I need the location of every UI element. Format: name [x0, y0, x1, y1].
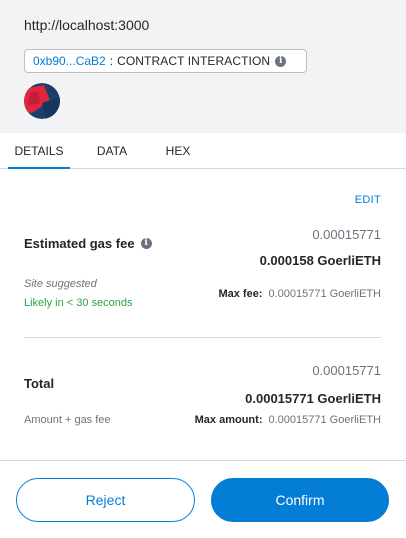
divider [24, 337, 381, 338]
likely-time-text: Likely in < 30 seconds [24, 297, 133, 309]
max-fee-line: Max fee: 0.00015771 GoerliETH [218, 288, 381, 300]
amount-plus-gas-label: Amount + gas fee [24, 414, 111, 426]
contract-interaction-label: CONTRACT INTERACTION [117, 54, 271, 68]
site-suggested-label: Site suggested [24, 278, 97, 290]
max-fee-value: 0.00015771 GoerliETH [268, 288, 381, 300]
site-origin: http://localhost:3000 [24, 17, 150, 33]
tab-details[interactable]: DETAILS [8, 133, 70, 169]
contract-address-link[interactable]: 0xb90...CaB2 [33, 54, 106, 68]
max-amount-label: Max amount: [194, 414, 263, 426]
info-icon[interactable]: i [275, 55, 287, 67]
transaction-tabs: DETAILS DATA HEX [0, 133, 406, 169]
max-fee-label: Max fee: [218, 288, 263, 300]
max-amount-value: 0.00015771 GoerliETH [268, 414, 381, 426]
footer-actions: Reject Confirm [0, 460, 406, 538]
total-fiat: 0.00015771 [312, 363, 381, 378]
pill-separator: : [109, 54, 114, 68]
tab-hex[interactable]: HEX [156, 133, 200, 169]
gas-fee-value: 0.000158 GoerliETH [259, 253, 381, 268]
reject-button[interactable]: Reject [16, 478, 195, 522]
account-identicon [24, 83, 60, 119]
total-value: 0.00015771 GoerliETH [245, 391, 381, 406]
gas-fee-fiat: 0.00015771 [312, 227, 381, 242]
confirm-page-header: http://localhost:3000 0xb90...CaB2 : CON… [0, 0, 406, 133]
gas-fee-info-icon[interactable]: i [140, 238, 152, 249]
gas-fee-title: Estimated gas fee [24, 236, 135, 251]
contract-interaction-pill[interactable]: 0xb90...CaB2 : CONTRACT INTERACTION i [24, 49, 307, 73]
total-title: Total [24, 376, 55, 391]
identicon-icon [24, 83, 60, 119]
tab-data[interactable]: DATA [88, 133, 136, 169]
max-amount-line: Max amount: 0.00015771 GoerliETH [195, 414, 381, 426]
gas-fee-title-row: Estimated gas fee i [24, 236, 152, 251]
edit-gas-button[interactable]: EDIT [355, 194, 381, 206]
confirm-button[interactable]: Confirm [211, 478, 389, 522]
